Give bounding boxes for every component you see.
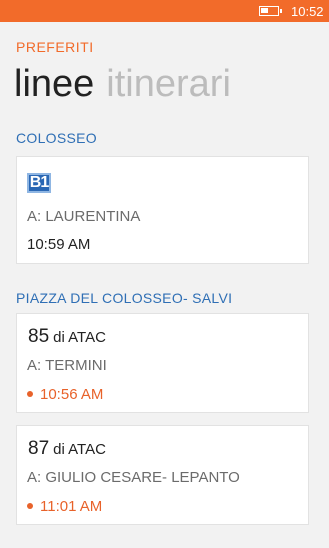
live-dot-icon — [27, 391, 33, 398]
departure-time: 10:56 AM — [27, 386, 103, 403]
line-badge: B1 — [27, 173, 51, 193]
line-number-value: 87 — [28, 438, 50, 459]
favorite-card-87[interactable]: 87 di ATAC A: GIULIO CESARE- LEPANTO 11:0… — [16, 425, 309, 525]
battery-icon — [259, 6, 282, 16]
operator-label: di ATAC — [53, 441, 106, 458]
destination-label: A: TERMINI — [27, 357, 107, 374]
departure-time-value: 11:01 AM — [40, 498, 103, 515]
line-number: 87 di ATAC — [28, 438, 106, 460]
app-title: PREFERITI — [16, 39, 94, 55]
departure-time: 10:59 AM — [27, 236, 91, 253]
destination-label: A: GIULIO CESARE- LEPANTO — [27, 469, 240, 486]
operator-label: di ATAC — [53, 329, 106, 346]
line-number-value: 85 — [28, 326, 50, 347]
favorite-card-b1[interactable]: B1 A: LAURENTINA 10:59 AM — [16, 156, 309, 264]
line-number: 85 di ATAC — [28, 326, 106, 348]
pivot-tab-linee[interactable]: linee — [14, 63, 94, 105]
live-dot-icon — [27, 503, 33, 510]
departure-time-value: 10:56 AM — [40, 386, 104, 403]
section-title-piazza-del-colosseo: PIAZZA DEL COLOSSEO- SALVI — [16, 290, 233, 306]
departure-time: 11:01 AM — [27, 498, 102, 515]
status-clock: 10:52 — [291, 4, 324, 19]
favorite-card-85[interactable]: 85 di ATAC A: TERMINI 10:56 AM — [16, 313, 309, 413]
pivot-header: linee itinerari — [14, 62, 231, 106]
pivot-tab-itinerari[interactable]: itinerari — [106, 63, 231, 105]
section-title-colosseo: COLOSSEO — [16, 130, 97, 146]
status-bar: 10:52 — [0, 0, 329, 22]
destination-label: A: LAURENTINA — [27, 208, 141, 225]
